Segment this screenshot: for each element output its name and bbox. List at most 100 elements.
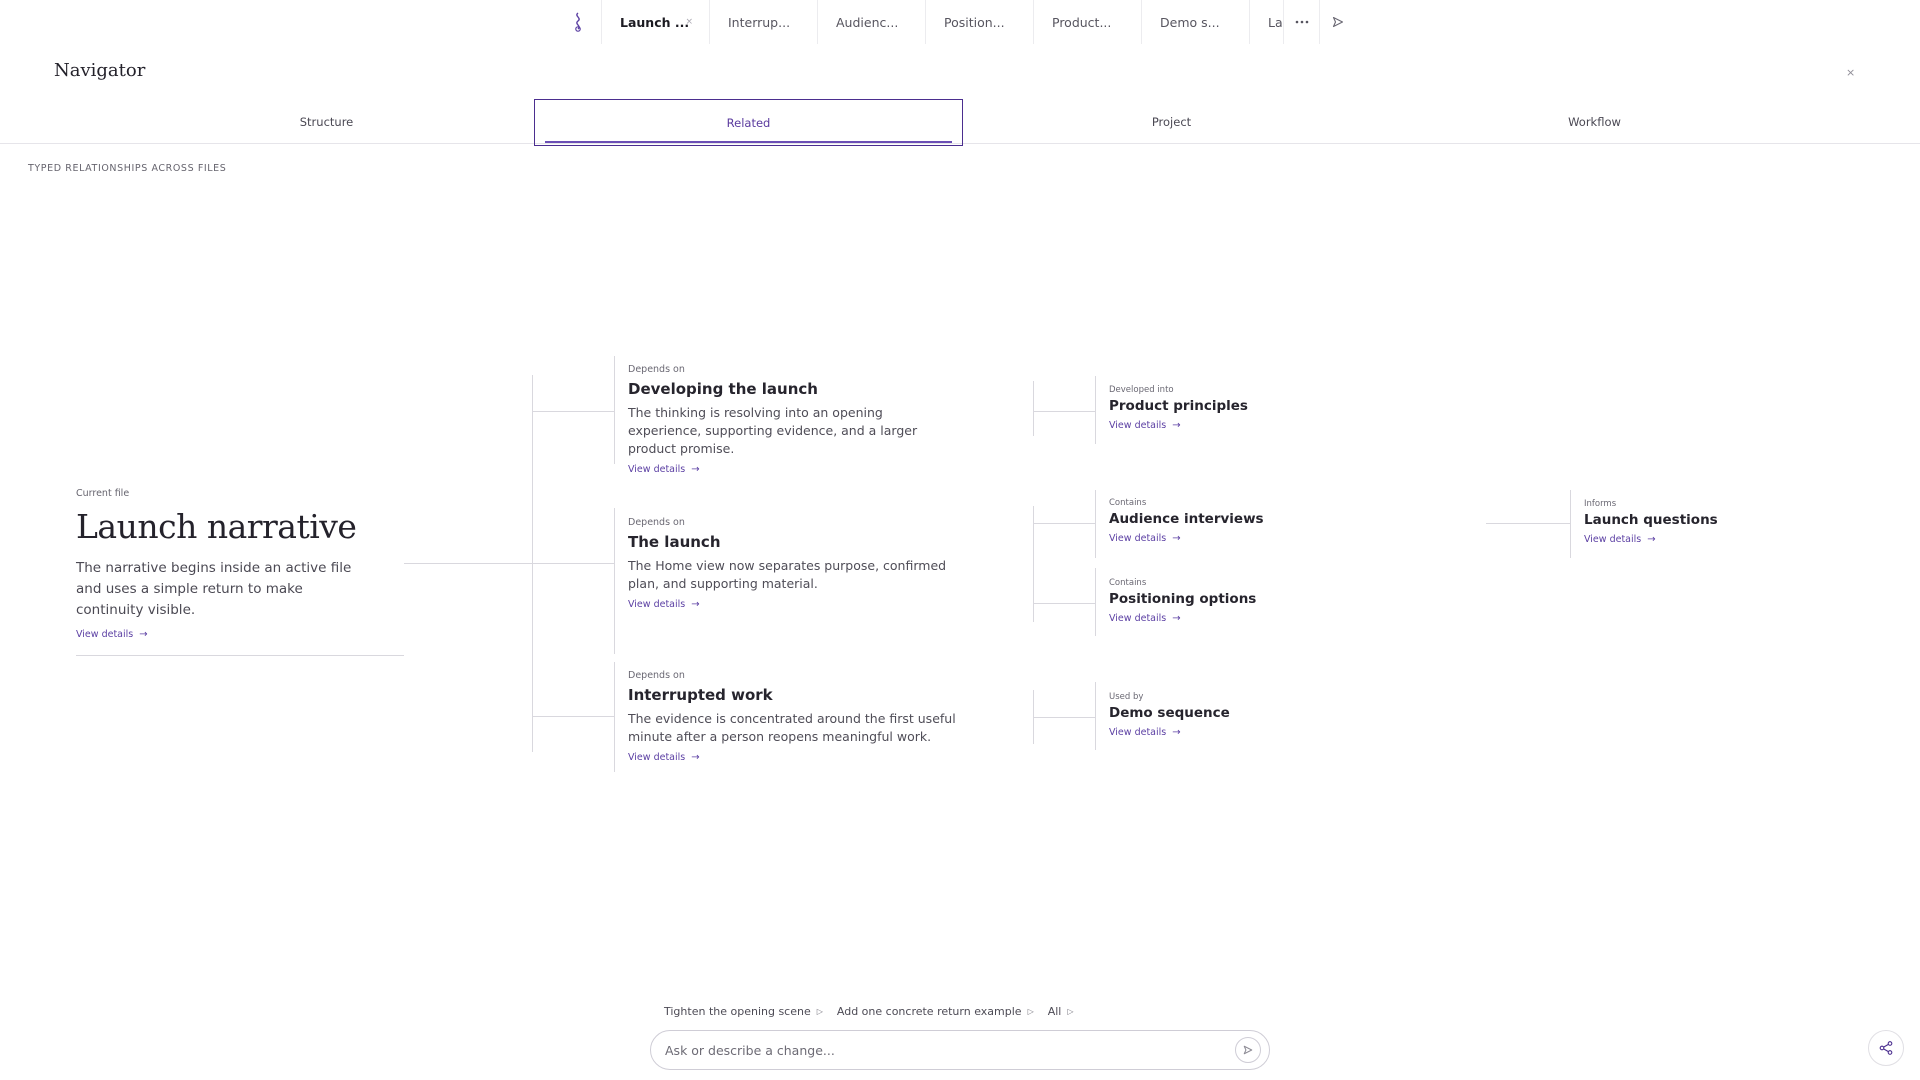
tab-launch-narrative[interactable]: Launch ... × — [601, 0, 709, 44]
connector-line — [1033, 523, 1095, 524]
view-details-link[interactable]: View details → — [628, 752, 958, 763]
close-tab-icon[interactable]: × — [685, 17, 693, 27]
related-file-node: Depends on Interrupted work The evidence… — [628, 670, 958, 763]
arrow-right-icon: → — [691, 464, 700, 475]
relationship-label: Used by — [1109, 692, 1144, 702]
link-label: View details — [1109, 727, 1167, 738]
send-tab-button[interactable] — [1319, 0, 1355, 44]
relationship-label: Contains — [1109, 578, 1147, 588]
show-all-suggestions-button[interactable]: All ▷ — [1048, 1005, 1074, 1018]
view-details-link[interactable]: View details → — [628, 464, 958, 475]
suggestion-label: Tighten the opening scene — [664, 1005, 811, 1018]
node-rule — [614, 662, 615, 772]
related-file-node: Depends on The launch The Home view now … — [628, 517, 958, 610]
relationship-label: Depends on — [628, 517, 685, 528]
node-rule — [1095, 490, 1096, 558]
tab-label: Product... — [1052, 14, 1112, 30]
node-rule — [1095, 568, 1096, 636]
relationship-label: Informs — [1584, 499, 1617, 509]
arrow-right-icon: → — [1172, 613, 1181, 624]
relationship-label: Current file — [76, 488, 130, 499]
send-icon: ▷ — [816, 1007, 823, 1016]
current-file-description: The narrative begins inside an active fi… — [76, 560, 352, 618]
share-nodes-icon — [1879, 1041, 1893, 1055]
connector-line — [1486, 523, 1570, 524]
suggestion-label: Add one concrete return example — [836, 1005, 1022, 1018]
view-details-link[interactable]: View details → — [76, 629, 406, 640]
close-panel-icon[interactable]: × — [1846, 66, 1855, 79]
node-rule — [1095, 682, 1096, 750]
view-details-link[interactable]: View details → — [1584, 534, 1824, 545]
view-details-link[interactable]: View details → — [1109, 420, 1349, 431]
suggestion-chip[interactable]: Add one concrete return example ▷ — [837, 1005, 1034, 1018]
relationship-label: Contains — [1109, 498, 1147, 508]
tab-label: Demo s... — [1160, 14, 1220, 30]
tab-audience-interviews[interactable]: Audienc... — [817, 0, 925, 44]
tab-positioning-options[interactable]: Position... — [925, 0, 1033, 44]
tab-label: Launch ... — [620, 14, 690, 30]
link-label: View details — [1109, 613, 1167, 624]
relationship-label: Developed into — [1109, 385, 1174, 395]
send-icon — [1243, 1045, 1253, 1055]
arrow-right-icon: → — [691, 752, 700, 763]
link-label: View details — [628, 599, 686, 610]
tab-workflow-label: Workflow — [1568, 114, 1621, 129]
tab-project-label: Project — [1151, 114, 1192, 129]
tab-workflow[interactable]: Workflow — [1383, 99, 1806, 144]
link-label: View details — [1109, 420, 1167, 431]
divider — [76, 655, 404, 656]
relationship-label: Depends on — [628, 364, 685, 375]
node-title: Interrupted work — [628, 686, 773, 704]
tab-interrupted-work[interactable]: Interrup... — [709, 0, 817, 44]
view-details-link[interactable]: View details → — [1109, 727, 1349, 738]
prompt-composer — [650, 1030, 1270, 1070]
prompt-input[interactable] — [665, 1042, 1235, 1058]
link-label: View details — [1584, 534, 1642, 545]
arrow-right-icon: → — [1172, 727, 1181, 738]
panel-title: Navigator — [54, 60, 146, 81]
node-rule — [614, 508, 615, 654]
node-rule — [614, 356, 615, 464]
tab-launch-questions[interactable]: La — [1249, 0, 1283, 44]
view-details-link[interactable]: View details → — [1109, 613, 1349, 624]
node-description: The Home view now separates purpose, con… — [628, 558, 947, 591]
ellipsis-icon — [1295, 20, 1308, 24]
related-file-node: Informs Launch questions View details → — [1584, 499, 1824, 545]
related-file-node: Used by Demo sequence View details → — [1109, 692, 1349, 738]
suggestion-chip[interactable]: Tighten the opening scene ▷ — [664, 1005, 823, 1018]
node-title: Positioning options — [1109, 591, 1257, 607]
current-file-node: Current file Launch narrative The narrat… — [76, 488, 406, 640]
arrow-right-icon: → — [1172, 420, 1181, 431]
view-details-link[interactable]: View details → — [628, 599, 958, 610]
section-label: TYPED RELATIONSHIPS ACROSS FILES — [28, 163, 227, 174]
submit-prompt-button[interactable] — [1235, 1037, 1261, 1063]
connector-line — [532, 375, 533, 752]
tab-demo-sequence[interactable]: Demo s... — [1141, 0, 1249, 44]
related-file-node: Contains Audience interviews View detail… — [1109, 498, 1349, 544]
link-label: View details — [628, 464, 686, 475]
node-description: The thinking is resolving into an openin… — [628, 405, 918, 456]
arrow-right-icon: → — [139, 629, 148, 640]
arrow-right-icon: → — [1172, 533, 1181, 544]
app-logo-icon[interactable] — [555, 0, 601, 44]
connector-line — [1033, 603, 1095, 604]
link-label: View details — [76, 629, 134, 640]
share-graph-button[interactable] — [1868, 1030, 1904, 1066]
connector-line — [404, 563, 614, 564]
node-title: Launch questions — [1584, 512, 1718, 528]
node-rule — [1095, 376, 1096, 444]
more-tabs-button[interactable] — [1283, 0, 1319, 44]
suggestion-label: All — [1047, 1005, 1062, 1018]
node-title: Demo sequence — [1109, 705, 1230, 721]
tab-product-principles[interactable]: Product... — [1033, 0, 1141, 44]
tab-related[interactable]: Related — [534, 99, 963, 146]
send-icon: ▷ — [1067, 1007, 1074, 1016]
node-description: The evidence is concentrated around the … — [628, 711, 956, 744]
connector-line — [1033, 411, 1095, 412]
node-title: Developing the launch — [628, 380, 818, 398]
tab-structure[interactable]: Structure — [115, 99, 538, 144]
tab-project[interactable]: Project — [960, 99, 1383, 144]
current-file-title: Launch narrative — [76, 507, 357, 546]
tab-label: Position... — [944, 14, 1005, 30]
view-details-link[interactable]: View details → — [1109, 533, 1349, 544]
